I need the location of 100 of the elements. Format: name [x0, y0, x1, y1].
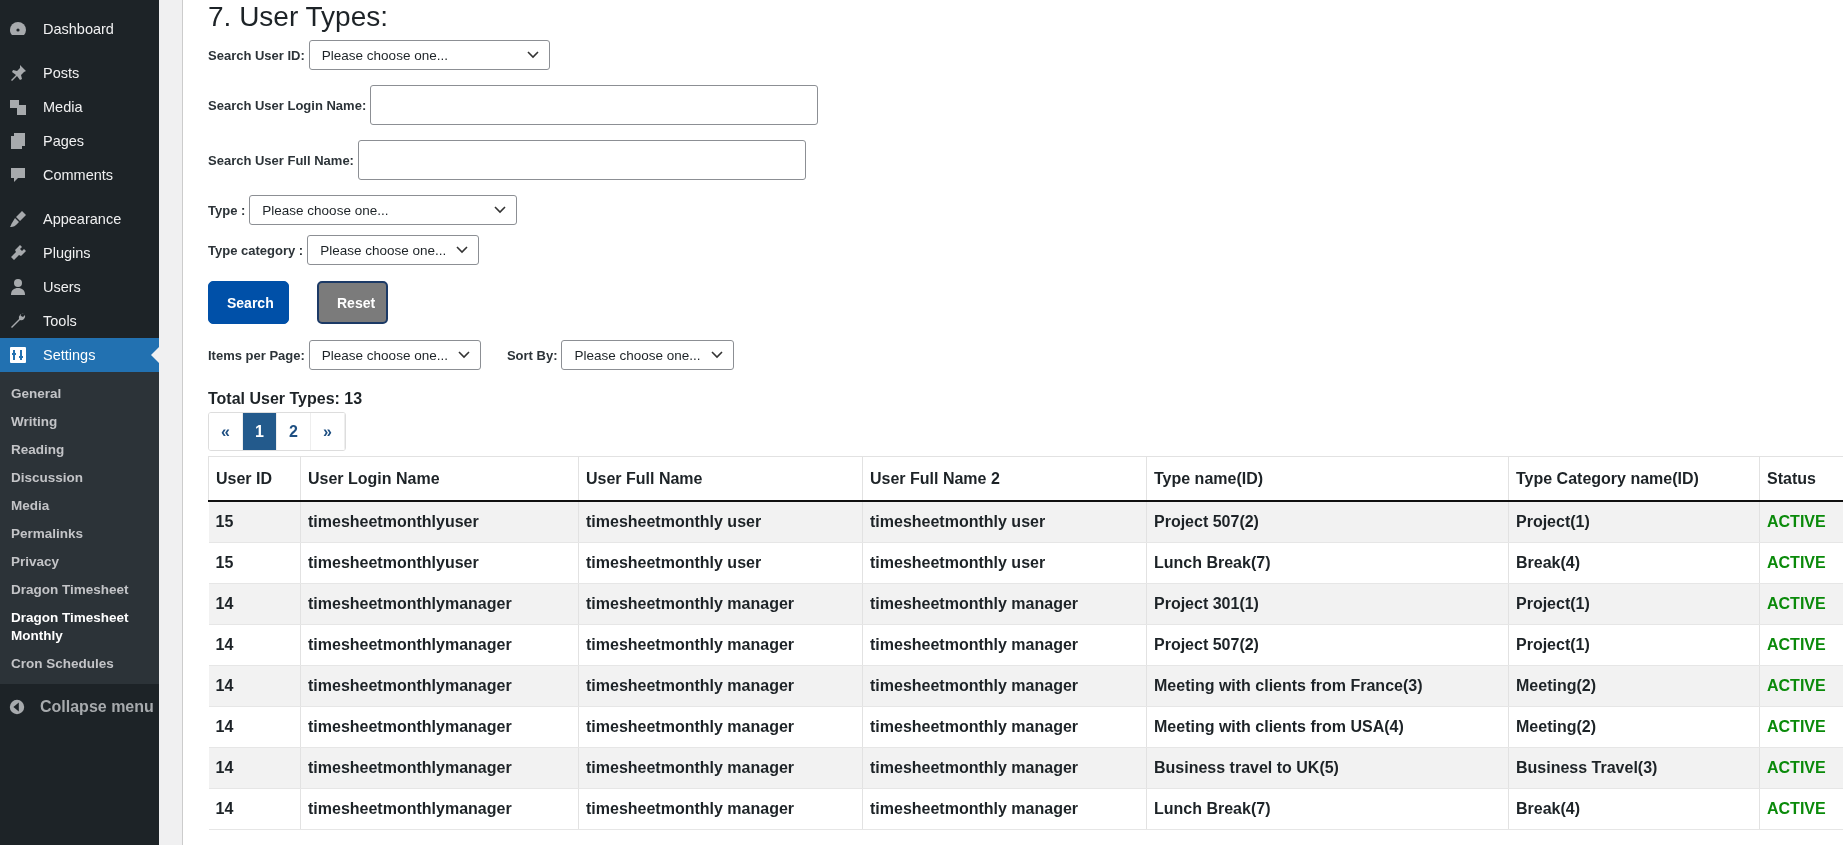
table-cell: 14: [208, 706, 301, 748]
table-cell: timesheetmonthly manager: [578, 665, 863, 707]
chevron-icon: [494, 206, 507, 214]
table-cell: timesheetmonthly manager: [578, 788, 863, 830]
settings-icon: [8, 345, 28, 365]
table-cell: timesheetmonthlymanager: [300, 665, 579, 707]
table-cell: Break(4): [1508, 542, 1760, 584]
select-dropdown[interactable]: Please choose one...: [308, 40, 550, 70]
table-cell: timesheetmonthly manager: [578, 747, 863, 789]
table-cell: Meeting with clients from France(3): [1146, 665, 1509, 707]
table-cell: Meeting(2): [1508, 665, 1760, 707]
field-label: Items per Page:: [208, 347, 305, 363]
user-icon: [8, 277, 28, 297]
text-input[interactable]: [370, 85, 819, 125]
table-cell: Project(1): [1508, 624, 1760, 666]
status-text: ACTIVE: [1759, 788, 1843, 830]
sidebar-item[interactable]: Pages: [0, 124, 159, 158]
table-cell: timesheetmonthlymanager: [300, 788, 579, 830]
sidebar-item[interactable]: Appearance: [0, 202, 159, 236]
collapse-menu-button[interactable]: Collapse menu: [0, 684, 159, 730]
field-label: Search User Login Name:: [208, 97, 367, 113]
submenu-item[interactable]: Writing: [0, 408, 142, 436]
status-text: ACTIVE: [1759, 706, 1843, 748]
table-cell: Project(1): [1508, 583, 1760, 625]
table-cell: timesheetmonthlymanager: [300, 624, 579, 666]
status-text: ACTIVE: [1759, 747, 1843, 789]
table-cell: timesheetmonthly user: [578, 501, 863, 543]
submenu-item[interactable]: Privacy: [0, 548, 142, 576]
speech-bubble-icon: [8, 165, 28, 185]
table-cell: timesheetmonthly manager: [862, 583, 1147, 625]
select-dropdown[interactable]: Please choose one...: [308, 340, 481, 370]
submenu-item[interactable]: Cron Schedules: [0, 650, 142, 678]
sidebar-item[interactable]: Posts: [0, 56, 159, 90]
sidebar-item[interactable]: Settings: [0, 338, 159, 372]
table-cell: Meeting with clients from USA(4): [1146, 706, 1509, 748]
field-label: Search User Full Name:: [208, 152, 354, 168]
status-text: ACTIVE: [1759, 624, 1843, 666]
status-text: ACTIVE: [1759, 542, 1843, 584]
reset-button[interactable]: Reset: [317, 281, 388, 324]
search-button[interactable]: Search: [208, 281, 289, 324]
chevron-icon: [456, 246, 469, 254]
table-cell: Lunch Break(7): [1146, 542, 1509, 584]
table-cell: 14: [208, 747, 301, 789]
table-cell: timesheetmonthly manager: [862, 747, 1147, 789]
table-cell: Lunch Break(7): [1146, 788, 1509, 830]
table-cell: timesheetmonthly manager: [862, 788, 1147, 830]
table-cell: timesheetmonthlymanager: [300, 747, 579, 789]
select-dropdown[interactable]: Please choose one...: [561, 340, 734, 370]
sidebar-item[interactable]: Media: [0, 90, 159, 124]
table-cell: timesheetmonthly manager: [578, 583, 863, 625]
table-cell: timesheetmonthly manager: [862, 665, 1147, 707]
table-cell: timesheetmonthly user: [862, 501, 1147, 543]
submenu-item[interactable]: Dragon Timesheet Monthly: [0, 604, 142, 650]
table-cell: Project 301(1): [1146, 583, 1509, 625]
submenu-item[interactable]: General: [0, 380, 142, 408]
field-label: Search User ID:: [208, 47, 305, 63]
sidebar-item[interactable]: Tools: [0, 304, 159, 338]
chevron-icon: [457, 351, 470, 359]
sidebar-item[interactable]: Users: [0, 270, 159, 304]
table-cell: 14: [208, 788, 301, 830]
table-cell: Break(4): [1508, 788, 1760, 830]
table-cell: 15: [208, 542, 301, 584]
pages-icon: [8, 131, 28, 151]
table-cell: Project(1): [1508, 501, 1760, 543]
table-cell: Project 507(2): [1146, 624, 1509, 666]
field-label: Type category :: [208, 242, 304, 258]
table-cell: timesheetmonthly manager: [862, 706, 1147, 748]
table-cell: timesheetmonthly manager: [578, 624, 863, 666]
table-cell: timesheetmonthlyuser: [300, 501, 579, 543]
select-dropdown[interactable]: Please choose one...: [307, 235, 480, 265]
page-link[interactable]: 1: [243, 413, 277, 450]
table-cell: timesheetmonthly user: [862, 542, 1147, 584]
sidebar-item[interactable]: Comments: [0, 158, 159, 192]
media-icon: [8, 97, 28, 117]
page-title: 7. User Types:: [208, 0, 389, 32]
submenu-item[interactable]: Permalinks: [0, 520, 142, 548]
select-dropdown[interactable]: Please choose one...: [249, 195, 518, 225]
table-cell: timesheetmonthly user: [578, 542, 863, 584]
submenu-item[interactable]: Discussion: [0, 464, 142, 492]
collapse-icon: [8, 698, 26, 716]
table-cell: timesheetmonthly manager: [862, 624, 1147, 666]
table-cell: Business Travel(3): [1508, 747, 1760, 789]
submenu-item[interactable]: Dragon Timesheet: [0, 576, 142, 604]
submenu-item[interactable]: Reading: [0, 436, 142, 464]
status-text: ACTIVE: [1759, 583, 1843, 625]
status-text: ACTIVE: [1759, 501, 1843, 543]
text-input[interactable]: [357, 140, 806, 180]
brush-icon: [8, 209, 28, 229]
table-cell: 14: [208, 624, 301, 666]
field-label: Type :: [208, 202, 246, 218]
field-label: Sort By:: [506, 347, 558, 363]
table-cell: Meeting(2): [1508, 706, 1760, 748]
page-link[interactable]: «: [209, 413, 243, 450]
table-cell: 14: [208, 665, 301, 707]
current-item-pointer: [151, 347, 159, 363]
submenu-item[interactable]: Media: [0, 492, 142, 520]
sidebar-item[interactable]: Dashboard: [0, 12, 159, 46]
table-cell: timesheetmonthlyuser: [300, 542, 579, 584]
chevron-icon: [710, 351, 723, 359]
sidebar-item[interactable]: Plugins: [0, 236, 159, 270]
